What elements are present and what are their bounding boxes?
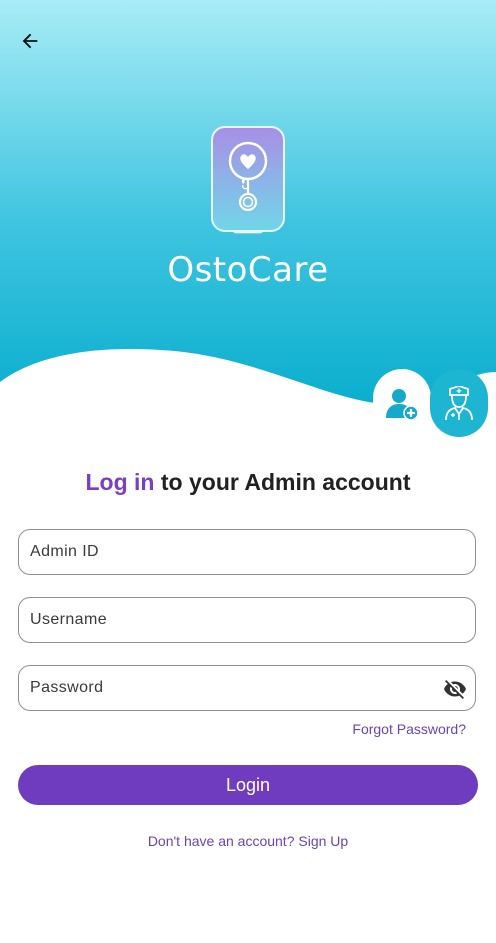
page-title-accent: Log in — [85, 469, 155, 495]
admin-role-button[interactable] — [430, 369, 488, 437]
user-plus-icon — [386, 389, 419, 420]
login-button[interactable]: Login — [18, 765, 478, 805]
admin-id-field[interactable] — [18, 529, 476, 575]
back-button[interactable] — [14, 26, 46, 56]
password-input[interactable] — [30, 666, 430, 710]
forgot-password-link[interactable]: Forgot Password? — [352, 721, 466, 737]
username-input[interactable] — [30, 598, 430, 642]
password-field[interactable] — [18, 665, 476, 711]
eye-off-icon[interactable] — [443, 677, 467, 701]
page-title-rest: to your Admin account — [154, 469, 411, 495]
header-hero: OstoCare — [0, 0, 496, 440]
page-title: Log in to your Admin account — [0, 469, 496, 496]
user-role-button[interactable] — [373, 369, 431, 437]
app-logo — [211, 126, 285, 235]
signup-link[interactable]: Don't have an account? Sign Up — [0, 833, 496, 849]
admin-id-input[interactable] — [30, 530, 430, 574]
arrow-left-icon — [22, 33, 38, 49]
nurse-icon — [445, 386, 473, 420]
username-field[interactable] — [18, 597, 476, 643]
app-name: OstoCare — [167, 250, 329, 290]
